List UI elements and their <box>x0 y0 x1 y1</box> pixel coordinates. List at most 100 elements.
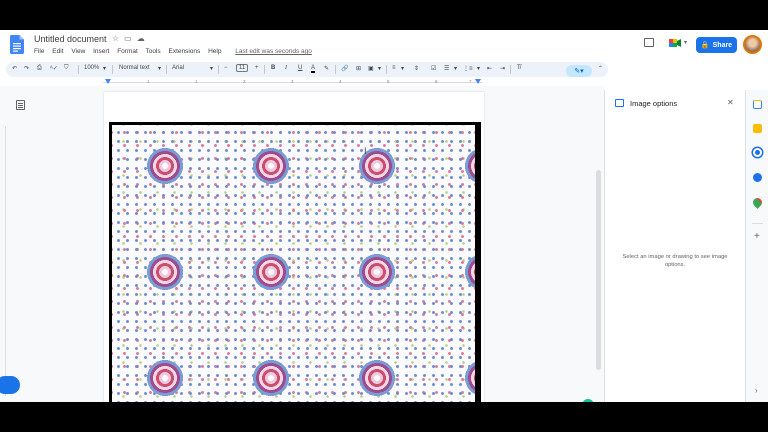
ruler-number: 5 <box>387 79 390 84</box>
bulleted-list-icon[interactable]: ☰ <box>444 65 449 72</box>
add-addon-icon[interactable]: + <box>754 231 760 242</box>
move-folder-icon[interactable]: ▭ <box>124 34 132 43</box>
kaleidoscope-pattern-image[interactable] <box>109 122 481 402</box>
link-icon[interactable]: 🔗 <box>341 65 348 72</box>
pencil-icon: ✎▾ <box>574 68 584 75</box>
ruler-number: 3 <box>291 79 294 84</box>
menu-insert[interactable]: Insert <box>93 48 109 55</box>
ruler-number: 7 <box>469 79 472 84</box>
left-indent-marker[interactable] <box>105 79 111 84</box>
zoom-select[interactable]: 100% <box>84 65 99 71</box>
insert-image-icon[interactable]: ▣ <box>368 65 374 72</box>
last-edit-link[interactable]: Last edit was seconds ago <box>235 48 312 55</box>
toolbar-divider <box>510 65 511 74</box>
highlight-icon[interactable]: ✎ <box>324 65 329 72</box>
docs-window: Untitled document ☆ ▭ ☁ File Edit View Ins… <box>0 30 768 402</box>
editing-mode-button[interactable]: ✎▾ <box>566 65 592 77</box>
menu-help[interactable]: Help <box>208 48 221 55</box>
bullet-dropdown-icon[interactable]: ▾ <box>454 65 457 72</box>
image-dropdown-icon[interactable]: ▾ <box>378 65 381 72</box>
toolbar: ↶ ↷ ⎙ ᴬ✓ ⛉ 100% ▾ Normal text ▾ Arial ▾ … <box>6 62 608 77</box>
align-icon[interactable]: ≡ <box>392 65 396 71</box>
horizontal-ruler: 1 1 2 3 4 5 6 7 <box>103 79 487 86</box>
undo-icon[interactable]: ↶ <box>12 65 17 72</box>
panel-title: Image options <box>630 99 678 108</box>
bold-button[interactable]: B <box>271 65 275 71</box>
menu-view[interactable]: View <box>71 48 85 55</box>
ruler-number: 2 <box>243 79 246 84</box>
close-icon[interactable]: ✕ <box>727 98 734 107</box>
numbered-list-icon[interactable]: ⋮≡ <box>463 65 473 72</box>
share-label: Share <box>712 41 733 49</box>
menu-file[interactable]: File <box>34 48 44 55</box>
line-spacing-icon[interactable]: ⇕ <box>414 65 419 72</box>
expand-panel-icon[interactable]: › <box>755 386 758 395</box>
underline-button[interactable]: U <box>298 65 302 71</box>
star-icon[interactable]: ☆ <box>112 34 119 43</box>
panel-message: Select an image or drawing to see image … <box>622 254 728 268</box>
vertical-scrollbar[interactable] <box>596 170 601 370</box>
toolbar-divider <box>218 65 219 74</box>
keep-icon[interactable] <box>753 124 762 133</box>
style-dropdown-icon[interactable]: ▾ <box>158 65 161 72</box>
tasks-icon[interactable] <box>753 148 762 157</box>
menu-format[interactable]: Format <box>117 48 138 55</box>
rail-divider <box>752 223 763 224</box>
docs-logo-icon[interactable] <box>10 35 24 54</box>
image-icon <box>615 99 624 107</box>
avatar[interactable] <box>743 35 762 54</box>
ruler-number: 6 <box>435 79 438 84</box>
toolbar-divider <box>112 65 113 74</box>
add-comment-icon[interactable]: ⊞ <box>356 65 361 72</box>
comment-history-icon[interactable] <box>644 38 654 47</box>
toolbar-divider <box>264 65 265 74</box>
calendar-icon[interactable] <box>753 100 762 109</box>
paint-format-icon[interactable]: ⛉ <box>64 65 69 72</box>
collapse-menus-icon[interactable]: ⌃ <box>598 65 603 72</box>
ruler-number: 1 <box>195 79 198 84</box>
decrease-indent-icon[interactable]: ⇤ <box>487 65 492 72</box>
font-select[interactable]: Arial <box>172 65 184 71</box>
image-options-panel: Image options ✕ Select an image or drawi… <box>604 90 744 402</box>
title-icons: ☆ ▭ ☁ <box>112 34 150 43</box>
font-size-input[interactable]: 11 <box>236 64 249 72</box>
document-title[interactable]: Untitled document <box>34 34 107 44</box>
floating-meet-button[interactable] <box>0 376 20 394</box>
align-dropdown-icon[interactable]: ▾ <box>401 65 404 72</box>
ruler-number: 1 <box>147 79 150 84</box>
text-color-button[interactable]: A <box>311 65 316 73</box>
font-size-increase-button[interactable]: + <box>255 65 259 71</box>
spellcheck-icon[interactable]: ᴬ✓ <box>50 65 58 72</box>
maps-icon[interactable] <box>751 196 764 209</box>
toolbar-divider <box>78 65 79 74</box>
meet-dropdown-icon[interactable]: ▾ <box>684 39 687 46</box>
ruler-number: 4 <box>339 79 342 84</box>
zoom-dropdown-icon[interactable]: ▾ <box>103 65 106 72</box>
document-canvas[interactable]: I G ✦ <box>0 86 604 402</box>
menu-edit[interactable]: Edit <box>52 48 63 55</box>
numbered-dropdown-icon[interactable]: ▾ <box>477 65 480 72</box>
style-select[interactable]: Normal text <box>119 65 150 71</box>
increase-indent-icon[interactable]: ⇥ <box>500 65 505 72</box>
redo-icon[interactable]: ↷ <box>24 65 29 72</box>
right-indent-marker[interactable] <box>475 79 481 84</box>
document-outline-icon[interactable] <box>16 100 25 110</box>
document-page[interactable] <box>104 92 484 402</box>
menu-bar: File Edit View Insert Format Tools Exten… <box>34 48 318 55</box>
meet-icon[interactable] <box>669 38 681 48</box>
grammarly-icon[interactable]: G <box>582 399 594 402</box>
checklist-icon[interactable]: ☑ <box>431 65 436 72</box>
menu-tools[interactable]: Tools <box>145 48 160 55</box>
text-cursor-icon: I <box>364 146 367 156</box>
font-dropdown-icon[interactable]: ▾ <box>210 65 213 72</box>
clear-formatting-icon[interactable]: T̸ <box>517 65 521 71</box>
font-size-decrease-button[interactable]: − <box>224 65 228 71</box>
print-icon[interactable]: ⎙ <box>37 65 42 72</box>
menu-extensions[interactable]: Extensions <box>168 48 200 55</box>
share-button[interactable]: 🔒 Share <box>696 37 737 53</box>
title-bar: Untitled document ☆ ▭ ☁ File Edit View Ins… <box>0 30 768 60</box>
cloud-saved-icon[interactable]: ☁ <box>137 34 145 43</box>
contacts-icon[interactable] <box>753 173 762 182</box>
side-apps-rail: + › <box>745 90 768 402</box>
italic-button[interactable]: I <box>285 65 287 71</box>
